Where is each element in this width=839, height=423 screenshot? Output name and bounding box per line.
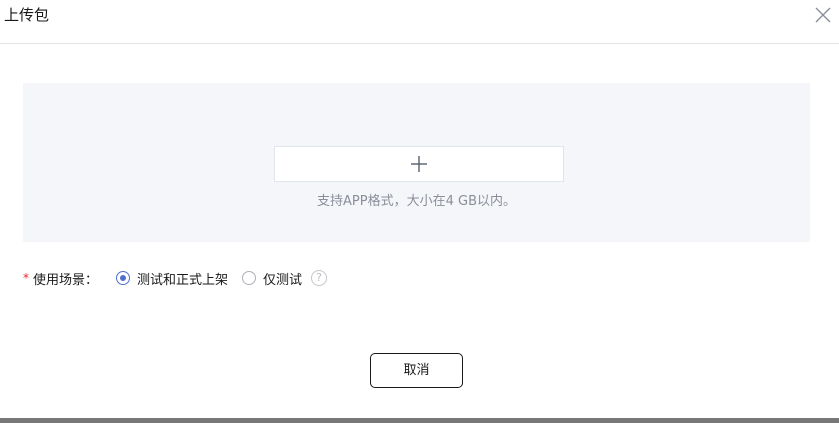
upload-hint: 支持APP格式，大小在4 GB以内。 (317, 194, 516, 209)
radio-label: 测试和正式上架 (137, 272, 229, 288)
dialog-title: 上传包 (4, 6, 50, 24)
cancel-button[interactable]: 取消 (370, 353, 463, 388)
add-file-button[interactable] (274, 146, 564, 182)
radio-button-unchecked[interactable] (242, 271, 257, 285)
required-mark: * (23, 271, 29, 285)
radio-label: 仅测试 (263, 272, 303, 288)
question-circle-icon[interactable]: ? (311, 270, 328, 286)
dialog-header: 上传包 (0, 0, 839, 44)
radio-button-checked[interactable] (116, 271, 131, 285)
usage-scene-label: 使用场景： (33, 272, 99, 288)
close-button[interactable] (812, 4, 834, 26)
radio-option-test-only[interactable]: 仅测试 (242, 269, 302, 288)
radio-option-test-and-release[interactable]: 测试和正式上架 (116, 269, 228, 288)
bottom-scroll-bar (0, 418, 839, 423)
plus-icon (411, 156, 427, 172)
upload-package-dialog: 上传包 支持APP格式，大小在4 GB以内。 * 使用场景： 测试和正式上架 仅… (0, 0, 839, 423)
upload-drop-area[interactable]: 支持APP格式，大小在4 GB以内。 (23, 83, 810, 242)
close-icon (815, 7, 831, 23)
usage-scene-row: * 使用场景： 测试和正式上架 仅测试 ? (23, 268, 328, 288)
